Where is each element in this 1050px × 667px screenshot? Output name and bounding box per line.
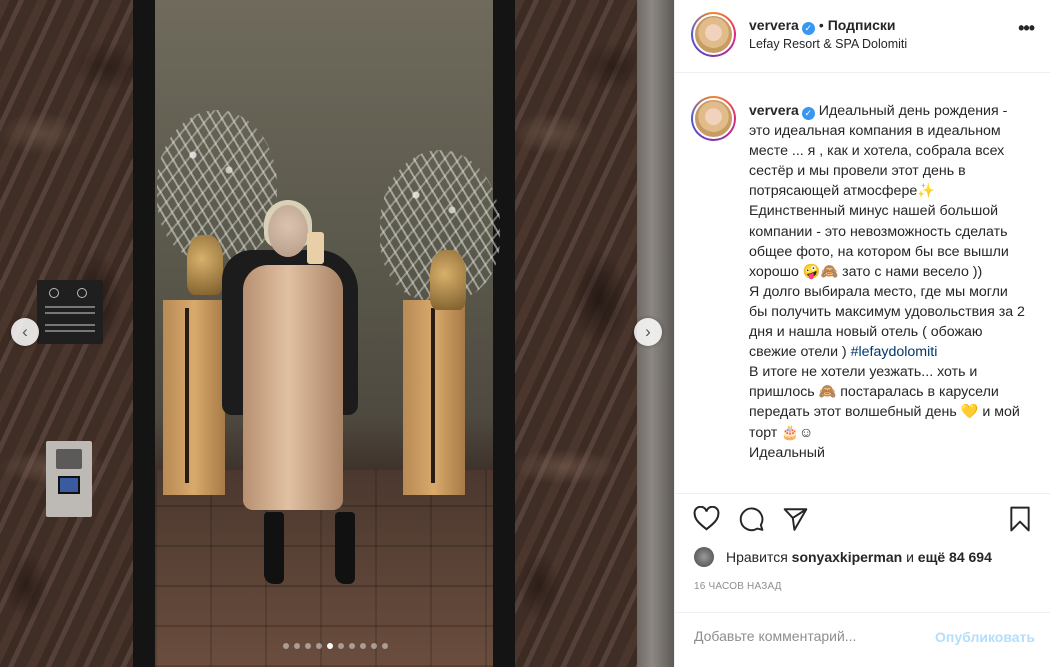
- likes-connector: и: [906, 549, 914, 565]
- more-options-icon[interactable]: •••: [1018, 18, 1035, 39]
- carousel-dot: [360, 643, 366, 649]
- mirror-frame-right: [493, 0, 515, 667]
- carousel-dot: [371, 643, 377, 649]
- boot-left: [264, 512, 284, 584]
- avatar[interactable]: [691, 12, 736, 57]
- heart-icon[interactable]: [693, 505, 720, 536]
- carousel-dot: [294, 643, 300, 649]
- comment-input[interactable]: [694, 628, 924, 644]
- likes-count-link[interactable]: ещё 84 694: [918, 549, 992, 565]
- location-link[interactable]: Lefay Resort & SPA Dolomiti: [749, 37, 907, 51]
- following-button[interactable]: Подписки: [828, 17, 896, 33]
- comment-icon[interactable]: [738, 506, 765, 537]
- caption-paragraph-3: В итоге не хотели уезжать... хоть и приш…: [749, 364, 1020, 441]
- share-icon[interactable]: [782, 506, 809, 537]
- action-bar: [691, 505, 1034, 537]
- mirror-frame-left: [133, 0, 155, 667]
- caption-avatar[interactable]: [691, 96, 736, 141]
- post-comment-button[interactable]: Опубликовать: [935, 629, 1035, 645]
- carousel-next-button[interactable]: ›: [634, 318, 662, 346]
- elevator-button-panel: [46, 441, 92, 517]
- vase-left: [187, 235, 223, 295]
- caption-paragraph-1: Идеальный день рождения - это идеальная …: [749, 103, 1009, 280]
- caption-text: ververa ✓ Идеальный день рождения - это и…: [749, 100, 1025, 463]
- likes-summary: Нравится sonyaxkiperman и ещё 84 694: [694, 547, 992, 567]
- person-head: [268, 205, 308, 257]
- verified-badge-icon: ✓: [801, 22, 815, 35]
- caption-paragraph-4: Идеальный: [749, 444, 825, 461]
- comment-box: Опубликовать: [675, 612, 1050, 667]
- elevator-sign: [37, 280, 103, 344]
- carousel-dot: [338, 643, 344, 649]
- carousel-dot: [382, 643, 388, 649]
- post-photo[interactable]: ‹ ›: [0, 0, 674, 667]
- bookmark-icon[interactable]: [1008, 506, 1032, 537]
- chevron-right-icon: ›: [645, 322, 651, 341]
- wooden-stand-left: [163, 300, 225, 495]
- separator: •: [818, 17, 824, 33]
- chevron-left-icon: ‹: [22, 322, 28, 341]
- boot-right: [335, 512, 355, 584]
- wooden-stand-right: [403, 300, 465, 495]
- caption-area[interactable]: ververa ✓ Идеальный день рождения - это и…: [675, 74, 1050, 494]
- carousel-dot: [305, 643, 311, 649]
- carousel-dots: [283, 643, 388, 649]
- carousel-dot: [316, 643, 322, 649]
- username-link[interactable]: ververa: [749, 17, 799, 33]
- carousel-dot: [283, 643, 289, 649]
- carousel-prev-button[interactable]: ‹: [11, 318, 39, 346]
- post-side-panel: ververa ✓ • Подписки Lefay Resort & SPA Dol…: [674, 0, 1050, 667]
- plant-left: [157, 110, 277, 260]
- carousel-dot: [349, 643, 355, 649]
- liker-username-link[interactable]: sonyaxkiperman: [792, 549, 903, 565]
- header-user-line: ververa ✓ • Подписки: [749, 17, 896, 35]
- marble-wall-right: [515, 0, 637, 667]
- vase-right: [430, 250, 466, 310]
- likes-prefix: Нравится: [726, 549, 788, 565]
- hashtag-link[interactable]: #lefaydolomiti: [851, 344, 938, 360]
- phone: [307, 232, 324, 264]
- post-timestamp[interactable]: 16 ЧАСОВ НАЗАД: [694, 581, 782, 592]
- post-header: ververa ✓ • Подписки Lefay Resort & SPA Dol…: [675, 0, 1050, 73]
- caption-username-link[interactable]: ververa: [749, 102, 799, 118]
- carousel-dot: [327, 643, 333, 649]
- person-dress: [243, 265, 343, 510]
- liker-avatar[interactable]: [694, 547, 714, 567]
- verified-badge-icon: ✓: [801, 107, 815, 120]
